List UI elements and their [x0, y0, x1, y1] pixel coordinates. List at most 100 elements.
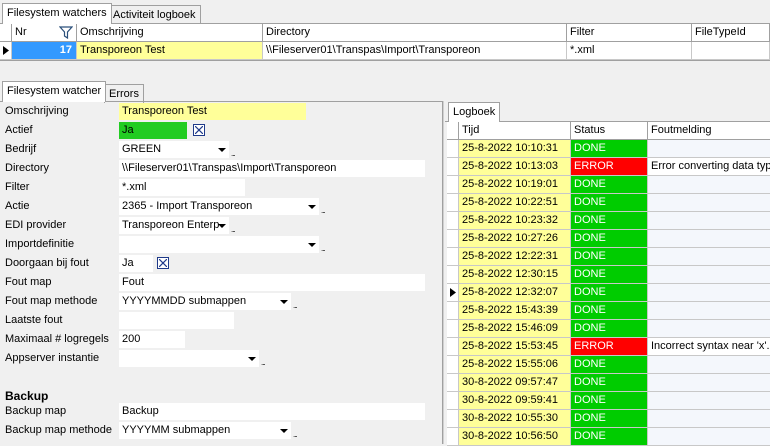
log-cell-tijd[interactable]: 25-8-2022 15:55:06 [459, 356, 571, 374]
doorgaan-field[interactable]: Ja [119, 255, 153, 272]
chevron-down-icon[interactable] [308, 205, 316, 209]
vertical-splitter[interactable] [442, 101, 444, 444]
log-cell-foutmelding[interactable] [648, 356, 770, 374]
log-row-selector[interactable] [447, 266, 459, 284]
log-cell-status[interactable]: DONE [571, 194, 648, 212]
log-cell-foutmelding[interactable] [648, 140, 770, 158]
chevron-down-icon[interactable] [280, 429, 288, 433]
log-cell-foutmelding[interactable] [648, 194, 770, 212]
log-row-selector[interactable] [447, 158, 459, 176]
column-header-directory[interactable]: Directory [263, 24, 567, 42]
log-row-selector[interactable] [447, 194, 459, 212]
fout-map-input[interactable]: Fout [119, 274, 425, 291]
column-header-tijd[interactable]: Tijd [459, 122, 571, 140]
log-cell-tijd[interactable]: 30-8-2022 09:59:41 [459, 392, 571, 410]
log-row-selector[interactable] [447, 176, 459, 194]
log-cell-foutmelding[interactable] [648, 302, 770, 320]
log-row-selector[interactable] [447, 410, 459, 428]
column-header-nr[interactable]: Nr [12, 24, 77, 42]
cell-directory[interactable]: \\Fileserver01\Transpas\Import\Transpore… [263, 42, 567, 60]
ellipsis-icon[interactable]: ... [321, 207, 326, 215]
log-cell-foutmelding[interactable] [648, 212, 770, 230]
log-row-selector[interactable] [447, 392, 459, 410]
tab-activiteit-logboek[interactable]: Activiteit logboek [108, 5, 201, 24]
log-row-selector[interactable] [447, 284, 459, 302]
fout-map-methode-select[interactable]: YYYYMMDD submappen [119, 293, 291, 310]
log-cell-foutmelding[interactable] [648, 248, 770, 266]
log-row-selector[interactable] [447, 356, 459, 374]
log-cell-status[interactable]: DONE [571, 140, 648, 158]
importdefinitie-select[interactable] [119, 236, 319, 253]
log-cell-tijd[interactable]: 25-8-2022 10:10:31 [459, 140, 571, 158]
omschrijving-input[interactable]: Transporeon Test [119, 103, 306, 120]
chevron-down-icon[interactable] [248, 357, 256, 361]
chevron-down-icon[interactable] [280, 300, 288, 304]
log-cell-tijd[interactable]: 25-8-2022 12:32:07 [459, 284, 571, 302]
tab-filesystem-watchers[interactable]: Filesystem watchers [2, 3, 112, 24]
log-cell-tijd[interactable]: 25-8-2022 10:19:01 [459, 176, 571, 194]
actief-field[interactable]: Ja [119, 122, 187, 139]
column-header-status[interactable]: Status [571, 122, 648, 140]
ellipsis-icon[interactable]: ... [261, 359, 266, 367]
ellipsis-icon[interactable]: ... [293, 302, 298, 310]
bedrijf-select[interactable]: GREEN [119, 141, 229, 158]
log-cell-tijd[interactable]: 25-8-2022 15:43:39 [459, 302, 571, 320]
log-cell-status[interactable]: DONE [571, 320, 648, 338]
log-row-selector[interactable] [447, 248, 459, 266]
log-cell-tijd[interactable]: 25-8-2022 15:53:45 [459, 338, 571, 356]
log-cell-status[interactable]: DONE [571, 266, 648, 284]
log-cell-foutmelding[interactable] [648, 266, 770, 284]
chevron-down-icon[interactable] [218, 224, 226, 228]
log-row-selector[interactable] [447, 302, 459, 320]
cell-filter[interactable]: *.xml [567, 42, 692, 60]
log-cell-tijd[interactable]: 30-8-2022 10:56:50 [459, 428, 571, 446]
log-row-selector[interactable] [447, 338, 459, 356]
log-cell-status[interactable]: ERROR [571, 338, 648, 356]
chevron-down-icon[interactable] [308, 243, 316, 247]
log-cell-status[interactable]: DONE [571, 428, 648, 446]
cell-filetypeid[interactable] [692, 42, 770, 60]
log-cell-tijd[interactable]: 25-8-2022 10:27:26 [459, 230, 571, 248]
log-cell-status[interactable]: DONE [571, 230, 648, 248]
appserver-select[interactable] [119, 350, 259, 367]
log-cell-tijd[interactable]: 25-8-2022 15:46:09 [459, 320, 571, 338]
log-row-selector[interactable] [447, 374, 459, 392]
log-cell-status[interactable]: DONE [571, 212, 648, 230]
log-cell-foutmelding[interactable]: Error converting data type [648, 158, 770, 176]
log-row-selector[interactable] [447, 212, 459, 230]
ellipsis-icon[interactable]: ... [321, 245, 326, 253]
log-row-selector[interactable] [447, 140, 459, 158]
log-cell-status[interactable]: DONE [571, 284, 648, 302]
log-cell-foutmelding[interactable] [648, 320, 770, 338]
column-header-filetypeid[interactable]: FileTypeId [692, 24, 770, 42]
log-cell-status[interactable]: DONE [571, 356, 648, 374]
column-header-omschrijving[interactable]: Omschrijving [77, 24, 263, 42]
cell-nr[interactable]: 17 [12, 42, 77, 60]
log-cell-tijd[interactable]: 25-8-2022 12:22:31 [459, 248, 571, 266]
log-cell-tijd[interactable]: 30-8-2022 09:57:47 [459, 374, 571, 392]
log-cell-foutmelding[interactable] [648, 230, 770, 248]
checkbox-icon[interactable] [157, 257, 169, 269]
ellipsis-icon[interactable]: ... [293, 431, 298, 439]
ellipsis-icon[interactable]: ... [231, 226, 236, 234]
log-cell-foutmelding[interactable] [648, 176, 770, 194]
log-cell-tijd[interactable]: 25-8-2022 10:13:03 [459, 158, 571, 176]
edi-provider-select[interactable]: Transporeon Enterp [119, 217, 229, 234]
column-header-foutmelding[interactable]: Foutmelding [648, 122, 770, 140]
log-cell-status[interactable]: DONE [571, 302, 648, 320]
log-cell-tijd[interactable]: 30-8-2022 10:55:30 [459, 410, 571, 428]
column-header-filter[interactable]: Filter [567, 24, 692, 42]
filter-icon[interactable] [59, 26, 73, 39]
log-cell-foutmelding[interactable]: Incorrect syntax near 'x'.In [648, 338, 770, 356]
max-logregels-input[interactable]: 200 [119, 331, 185, 348]
tab-filesystem-watcher[interactable]: Filesystem watcher [2, 81, 107, 102]
laatste-fout-input[interactable] [119, 312, 234, 329]
log-cell-foutmelding[interactable] [648, 374, 770, 392]
cell-omschrijving[interactable]: Transporeon Test [77, 42, 263, 60]
log-cell-foutmelding[interactable] [648, 284, 770, 302]
splitter[interactable] [0, 62, 770, 80]
filter-input[interactable]: *.xml [119, 179, 245, 196]
log-cell-status[interactable]: DONE [571, 410, 648, 428]
row-selector[interactable] [0, 42, 12, 60]
log-cell-status[interactable]: DONE [571, 392, 648, 410]
